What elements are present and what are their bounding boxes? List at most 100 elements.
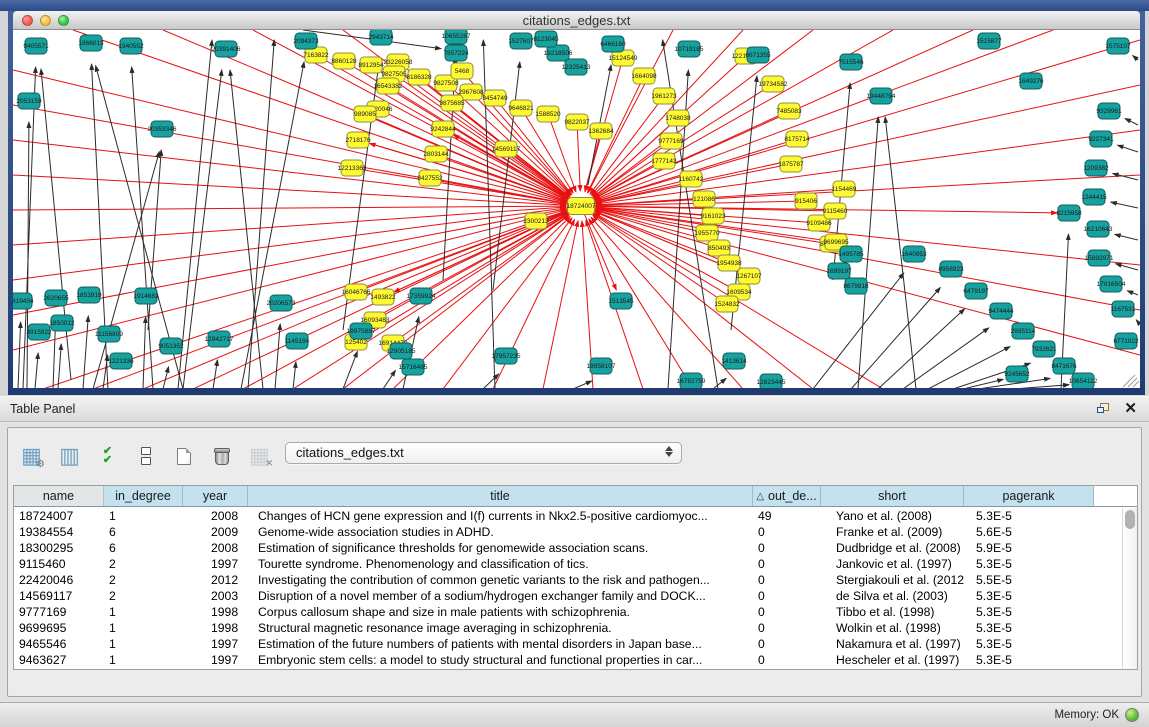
graph-node[interactable]: 1495785 — [838, 246, 864, 262]
graph-node[interactable]: 9875685 — [439, 95, 465, 111]
graph-node[interactable]: 3915922 — [26, 324, 52, 340]
graph-node[interactable]: 9051352 — [158, 338, 184, 354]
zoom-button[interactable] — [58, 15, 69, 26]
graph-node[interactable]: 6466160 — [600, 36, 626, 52]
graph-node[interactable]: 8454749 — [482, 90, 508, 106]
table-selector-dropdown[interactable]: citations_edges.txt — [285, 442, 682, 464]
graph-node[interactable]: 11156809 — [95, 326, 123, 342]
close-panel-icon[interactable]: ✕ — [1124, 401, 1137, 416]
table-row[interactable]: 911546021997Tourette syndrome. Phenomeno… — [14, 556, 1121, 572]
graph-node[interactable]: 6671355 — [745, 47, 771, 63]
graph-node[interactable]: 1167531 — [1111, 301, 1136, 317]
graph-node[interactable]: 1515877 — [976, 33, 1002, 49]
graph-node[interactable]: 20206573 — [267, 295, 296, 311]
network-window-title-bar[interactable]: citations_edges.txt — [13, 11, 1140, 30]
graph-node[interactable]: 1244415 — [1081, 189, 1107, 205]
graph-node[interactable]: 9822037 — [564, 114, 590, 130]
graph-node[interactable]: 1875787 — [778, 156, 804, 172]
graph-node[interactable]: 9245652 — [1004, 366, 1030, 382]
graph-node[interactable]: 9242844 — [430, 121, 456, 137]
graph-node[interactable]: 10654112 — [1069, 373, 1098, 388]
column-header-pagerank[interactable]: pagerank — [964, 486, 1094, 506]
graph-node[interactable]: 1588520 — [535, 106, 561, 122]
resize-grip-icon[interactable] — [1133, 381, 1139, 387]
resize-grip-icon[interactable] — [1123, 375, 1135, 387]
graph-node[interactable]: 7515546 — [838, 54, 864, 70]
graph-node[interactable]: 2718176 — [345, 132, 371, 148]
column-header-short[interactable]: short — [821, 486, 964, 506]
graph-node[interactable]: 9115460 — [823, 203, 848, 219]
column-header-year[interactable]: year — [183, 486, 248, 506]
graph-node[interactable]: 1748038 — [665, 110, 691, 126]
graph-node[interactable]: 1850012 — [49, 315, 75, 331]
table-row[interactable]: 1872400712008Changes of HCN gene express… — [14, 508, 1121, 524]
graph-node[interactable]: 8912954 — [358, 57, 384, 73]
graph-node[interactable]: 19734582 — [759, 76, 788, 92]
graph-node[interactable]: 14569117 — [492, 141, 521, 157]
graph-node[interactable]: 15716485 — [399, 359, 428, 375]
graph-node[interactable]: 9227341 — [1088, 131, 1114, 147]
graph-node[interactable]: 1699197 — [826, 263, 852, 279]
graph-node[interactable]: 1513545 — [608, 293, 634, 309]
graph-node[interactable]: 8175714 — [784, 131, 810, 147]
column-header-title[interactable]: title — [248, 486, 753, 506]
close-button[interactable] — [22, 15, 33, 26]
graph-node[interactable]: 16782759 — [677, 373, 706, 388]
graph-node[interactable]: 1940552 — [118, 38, 144, 54]
graph-node[interactable]: 1413614 — [721, 353, 747, 369]
table-row[interactable]: 977716911998Corpus callosum shape and si… — [14, 604, 1121, 620]
validate-columns-button[interactable]: ✔✔ — [94, 442, 121, 470]
graph-node[interactable]: 9329961 — [1096, 103, 1122, 119]
table-row[interactable]: 946554611997Estimation of the future num… — [14, 636, 1121, 652]
graph-node[interactable]: 6479197 — [963, 283, 989, 299]
table-row[interactable]: 946362711997Embryonic stem cells: a mode… — [14, 652, 1121, 668]
table-row[interactable]: 2242004622012Investigating the contribut… — [14, 572, 1121, 588]
float-panel-icon[interactable] — [1097, 403, 1110, 414]
graph-node[interactable]: 12213363 — [338, 160, 367, 176]
graph-node[interactable]: 1914682 — [133, 288, 159, 304]
graph-node[interactable]: 15892971 — [1085, 250, 1114, 266]
select-columns-button[interactable]: ▥ — [56, 442, 83, 470]
graph-node[interactable]: 17359924 — [407, 288, 436, 304]
column-header-indegree[interactable]: in_degree — [104, 486, 183, 506]
table-row[interactable]: 969969511998Structural magnetic resonanc… — [14, 620, 1121, 636]
graph-node[interactable]: 1160742 — [679, 171, 704, 187]
graph-node[interactable]: 1819434 — [13, 293, 34, 309]
graph-node[interactable]: 19975887 — [347, 323, 376, 339]
graph-node[interactable]: 19448794 — [867, 88, 896, 104]
graph-node[interactable]: 2803144 — [423, 146, 449, 162]
graph-node[interactable]: 6771022 — [1113, 333, 1139, 349]
table-row[interactable]: 1456911722003Disruption of a novel membe… — [14, 588, 1121, 604]
graph-node[interactable]: 2620655 — [43, 290, 69, 306]
column-header-outde[interactable]: △out_de... — [753, 486, 821, 506]
graph-node[interactable]: 8958923 — [938, 261, 964, 277]
graph-node[interactable]: 9646821 — [508, 100, 534, 116]
table-settings-button[interactable]: ▦⚙ — [18, 442, 45, 470]
graph-node[interactable]: 2053159 — [16, 93, 42, 109]
graph-node[interactable]: 1154469 — [832, 181, 857, 197]
minimize-button[interactable] — [40, 15, 51, 26]
graph-node[interactable]: 8215958 — [1056, 205, 1082, 221]
table-row[interactable]: 1830029562008Estimation of significance … — [14, 540, 1121, 556]
graph-node[interactable]: 1640953 — [901, 246, 927, 262]
graph-node[interactable]: 9405571 — [23, 38, 49, 54]
graph-node[interactable]: 1777143 — [651, 153, 677, 169]
graph-node[interactable]: 8679918 — [843, 278, 869, 294]
graph-node[interactable]: 12905185 — [387, 343, 416, 359]
graph-node[interactable]: 16543382 — [374, 78, 403, 94]
graph-node[interactable]: 7857224 — [443, 45, 469, 61]
graph-node[interactable]: 9777169 — [658, 133, 684, 149]
graph-node[interactable]: 12942717 — [205, 331, 234, 347]
graph-node[interactable]: 9161023 — [700, 208, 726, 224]
graph-node[interactable]: 17957235 — [492, 348, 521, 364]
table-row[interactable]: 1938455462009Genome-wide association stu… — [14, 524, 1121, 540]
graph-node[interactable]: 20353346 — [148, 121, 177, 137]
graph-node[interactable]: 16210643 — [1084, 221, 1113, 237]
graph-node[interactable]: 10719185 — [675, 41, 704, 57]
graph-node[interactable]: 7485083 — [776, 103, 802, 119]
graph-node[interactable]: 1493822 — [370, 289, 396, 305]
graph-node[interactable]: 121086 — [693, 191, 715, 207]
graph-node[interactable]: 8860128 — [331, 53, 357, 69]
graph-node[interactable]: 989085 — [354, 106, 376, 122]
graph-node[interactable]: 1524832 — [714, 296, 740, 312]
